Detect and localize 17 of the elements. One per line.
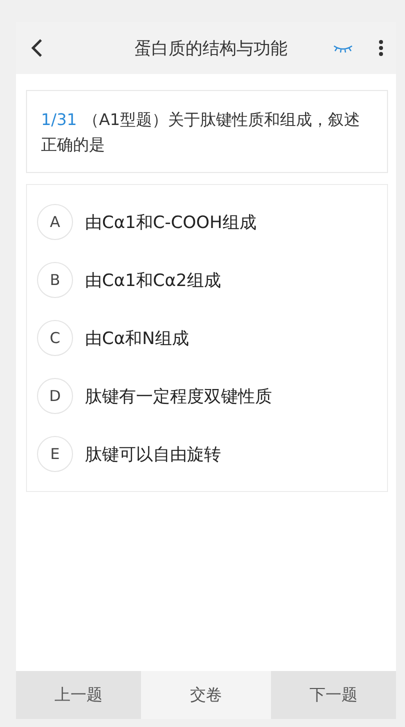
option-letter[interactable]: C (37, 320, 73, 356)
question-text: 1/31 （A1型题）关于肽键性质和组成，叙述正确的是 (41, 109, 362, 156)
option-text[interactable]: 肽键可以自由旋转 (85, 442, 221, 466)
submit-button[interactable]: 交卷 (141, 671, 271, 719)
page-title: 蛋白质的结构与功能 (134, 38, 288, 60)
option-letter[interactable]: D (37, 378, 73, 414)
closed-eye-icon[interactable] (332, 43, 354, 53)
option-text[interactable]: 肽键有一定程度双键性质 (85, 384, 272, 408)
option-letter[interactable]: B (37, 262, 73, 298)
nav-button[interactable]: 下一题 (271, 671, 396, 719)
option-text[interactable]: 由Cα1和Cα2组成 (85, 268, 221, 292)
nav-button[interactable]: 上一题 (16, 671, 141, 719)
more-icon[interactable] (378, 39, 384, 57)
option-letter[interactable]: E (37, 436, 73, 472)
option-letter[interactable]: A (37, 204, 73, 240)
option-text[interactable]: 由Cα和N组成 (85, 326, 189, 350)
option-text[interactable]: 由Cα1和C-COOH组成 (85, 210, 256, 234)
